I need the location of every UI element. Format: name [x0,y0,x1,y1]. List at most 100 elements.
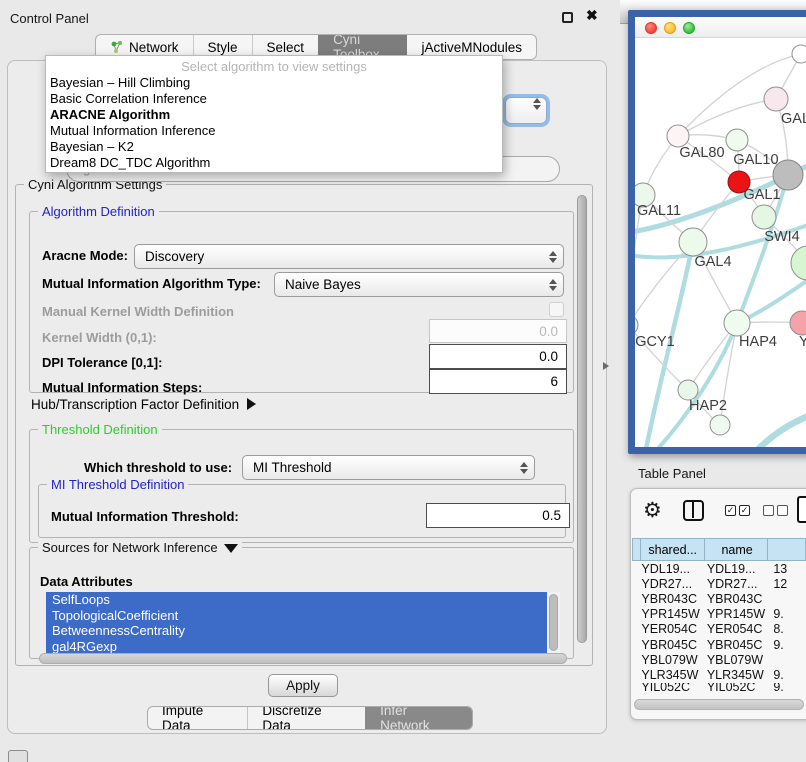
mi-steps-field[interactable]: 6 [429,369,567,394]
combo-spinner-icon [549,279,557,291]
cell[interactable]: 8. [768,622,806,636]
table-header-row: shared... name [632,538,806,561]
settings-vertical-scrollbar[interactable] [576,193,589,659]
network-node[interactable] [724,310,750,336]
cell[interactable]: 13 [768,562,806,576]
attribute-item[interactable]: gal4RGexp [46,639,547,655]
network-node[interactable] [726,129,748,151]
tab-impute-data[interactable]: Impute Data [148,707,247,729]
scrollbar-thumb[interactable] [549,594,558,651]
minimize-traffic-light[interactable] [664,22,676,34]
cell[interactable]: YDL19... [640,562,704,576]
gear-icon[interactable]: ⚙ [643,498,662,523]
hub-transcription-factor-toggle[interactable]: Hub/Transcription Factor Definition [31,397,256,412]
attribute-item[interactable]: BetweennessCentrality [46,623,547,639]
dropdown-item[interactable]: Basic Correlation Inference [46,91,502,107]
document-icon[interactable] [797,496,806,523]
table-row[interactable]: YER054C YER054C 8. [632,622,806,637]
column-header-shared-name[interactable]: shared... [641,538,705,561]
table-row[interactable]: YBL079W YBL079W [632,652,806,667]
cell[interactable]: YER054C [640,622,704,636]
network-node[interactable] [790,311,806,335]
network-node[interactable] [679,228,707,256]
attribute-item[interactable]: SelfLoops [46,592,547,608]
network-canvas[interactable]: GAL GAL80 GAL10 GAL1 GAL11 SWI4 GAL4 GCY… [635,38,806,447]
column-header-partial[interactable] [768,538,806,561]
network-node[interactable] [792,45,806,63]
node-table: shared... name YDL19... YDL19... 13 YDR2… [632,538,806,692]
tab-discretize-data[interactable]: Discretize Data [247,707,365,729]
manual-kernel-label: Manual Kernel Width Definition [42,304,234,319]
cell[interactable]: 9. [768,683,806,692]
network-graph: GAL GAL80 GAL10 GAL1 GAL11 SWI4 GAL4 GCY… [635,38,806,454]
columns-icon[interactable] [683,500,704,521]
hub-label: Hub/Transcription Factor Definition [31,397,239,412]
select-all-icon[interactable]: ✓ ✓ [725,505,750,516]
table-row[interactable]: YPR145W YPR145W 9. [632,607,806,622]
apply-button[interactable]: Apply [268,674,338,697]
network-node[interactable] [791,246,806,280]
cell[interactable]: YIL052C [640,683,704,692]
control-panel-title: Control Panel [10,11,89,26]
cell[interactable]: 12 [768,577,806,591]
network-node[interactable] [710,415,730,435]
inference-algorithm-combo-fragment[interactable] [505,97,547,124]
cell[interactable]: YLR345W [705,668,769,682]
tab-infer-network[interactable]: Infer Network [365,707,472,729]
aracne-mode-combo[interactable]: Discovery [134,244,564,269]
attributes-scrollbar[interactable] [547,592,560,654]
table-row[interactable]: YLR345W YLR345W 9. [632,667,806,682]
panel-corner-button[interactable] [8,750,28,762]
dpi-tolerance-field[interactable]: 0.0 [429,344,567,369]
network-node[interactable] [752,205,776,229]
dropdown-item[interactable]: Mutual Information Inference [46,123,502,139]
table-row-partial[interactable]: YIL052C YIL052C 9. [632,683,806,692]
float-window-icon[interactable] [562,12,573,23]
settings-horizontal-scrollbar[interactable] [39,653,567,664]
mi-type-combo[interactable]: Naive Bayes [274,272,564,297]
splitter-collapse-handle[interactable] [603,362,609,370]
cell[interactable]: YIL052C [705,683,769,692]
dropdown-item-selected[interactable]: ARACNE Algorithm [46,107,502,123]
network-node[interactable] [667,125,689,147]
column-header-name[interactable]: name [705,538,768,561]
network-node[interactable] [635,315,638,335]
scrollbar-thumb[interactable] [577,195,587,643]
network-node[interactable] [764,87,788,111]
cell[interactable]: YBR045C [640,638,704,652]
cell[interactable]: YLR345W [640,668,704,682]
close-traffic-light[interactable] [645,22,657,34]
sources-group-title[interactable]: Sources for Network Inference [38,540,242,555]
cell[interactable]: YBR043C [705,592,769,606]
cell[interactable]: YBL079W [705,653,769,667]
attribute-item[interactable]: TopologicalCoefficient [46,608,547,624]
mi-threshold-field[interactable]: 0.5 [426,503,570,528]
cell[interactable]: YBR045C [705,638,769,652]
cell[interactable]: YDR27... [640,577,704,591]
data-attributes-list[interactable]: SelfLoops TopologicalCoefficient Between… [46,592,560,654]
table-row[interactable]: YBR045C YBR045C 9. [632,637,806,652]
network-node[interactable] [678,380,698,400]
cell[interactable]: YPR145W [640,607,704,621]
dropdown-item[interactable]: Bayesian – Hill Climbing [46,75,502,91]
table-row[interactable]: YDL19... YDL19... 13 [632,561,806,576]
close-icon[interactable]: ✖ [586,7,598,24]
which-threshold-combo[interactable]: MI Threshold [242,455,535,480]
table-row[interactable]: YDR27... YDR27... 12 [632,576,806,591]
cell[interactable]: 9. [768,668,806,682]
table-horizontal-scrollbar[interactable] [634,699,804,710]
cell[interactable]: YBL079W [640,653,704,667]
deselect-all-icon[interactable] [763,505,788,516]
cell[interactable]: 9. [768,607,806,621]
cell[interactable]: YBR043C [640,592,704,606]
cell[interactable]: YDR27... [705,577,769,591]
cell[interactable]: 9. [768,638,806,652]
cell[interactable]: YPR145W [705,607,769,621]
aracne-mode-label: Aracne Mode: [42,248,128,263]
zoom-traffic-light[interactable] [683,22,695,34]
dropdown-item[interactable]: Bayesian – K2 [46,139,502,155]
cell[interactable]: YDL19... [705,562,769,576]
dropdown-item[interactable]: Dream8 DC_TDC Algorithm [46,155,502,171]
table-row[interactable]: YBR043C YBR043C [632,591,806,606]
cell[interactable]: YER054C [705,622,769,636]
